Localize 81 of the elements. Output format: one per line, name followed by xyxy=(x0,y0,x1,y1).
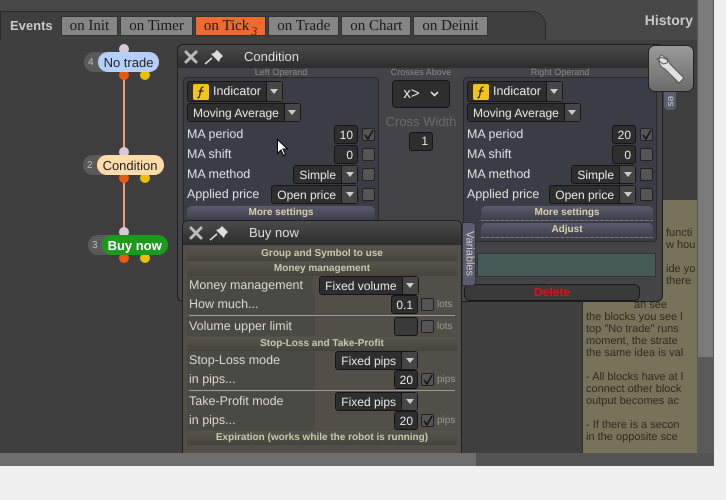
field-label: Volume upper limit xyxy=(187,317,315,336)
function-dropdown[interactable]: Moving Average xyxy=(467,103,581,122)
help-text: output becomes ac xyxy=(586,395,679,407)
operator-dropdown[interactable]: x> xyxy=(392,80,450,108)
flow-block[interactable]: Condition xyxy=(96,155,164,175)
field-label: in pips... xyxy=(187,370,315,389)
mode-dropdown[interactable]: Fixed pips xyxy=(335,392,418,411)
number-field[interactable]: 20 xyxy=(612,125,636,144)
number-field[interactable]: 20 xyxy=(394,411,418,430)
section-header[interactable]: Stop-Loss and Take-Profit xyxy=(187,337,457,351)
field-label: Money management xyxy=(187,276,314,295)
block-number: 3 xyxy=(91,238,99,252)
field-label: in pips... xyxy=(187,411,315,430)
unit-label: lots xyxy=(437,320,454,334)
parameter-label: MA shift xyxy=(187,146,232,164)
help-text: - All blocks have at l xyxy=(586,371,684,383)
help-text: - If there is a secon xyxy=(586,419,680,431)
variables-tab[interactable]: Variables xyxy=(462,222,476,286)
mode-dropdown[interactable]: Fixed pips xyxy=(335,351,418,370)
help-text: the blocks you see l xyxy=(586,311,683,323)
function-dropdown[interactable]: Moving Average xyxy=(187,103,301,122)
section-header[interactable]: Money management xyxy=(187,262,457,276)
window-title: Buy now xyxy=(249,224,299,242)
help-text: an see xyxy=(634,299,668,311)
events-label: Events xyxy=(10,17,53,36)
parameter-dropdown[interactable]: Open price xyxy=(549,185,636,204)
block-number: 4 xyxy=(87,56,95,70)
field-label: How much... xyxy=(187,295,315,314)
parameter-label: MA shift xyxy=(467,146,512,164)
parameter-dropdown[interactable]: Open price xyxy=(271,185,358,204)
parameter-dropdown[interactable]: Simple xyxy=(293,165,358,184)
parameter-label: MA method xyxy=(187,166,250,184)
field-label: Take-Profit mode xyxy=(187,392,315,411)
section-header[interactable]: Expiration (works while the robot is running) xyxy=(187,431,457,445)
event-tab[interactable]: on Init xyxy=(60,16,118,36)
parameter-label: MA period xyxy=(187,126,244,144)
help-text: connect other block xyxy=(586,383,682,395)
event-tab[interactable]: on Chart xyxy=(341,16,412,36)
panel-button[interactable]: More settings xyxy=(481,206,653,222)
block-number: 2 xyxy=(86,158,94,172)
field-label: Stop-Loss mode xyxy=(187,351,315,370)
operand-caption: Right Operand xyxy=(530,68,590,78)
parameter-label: Applied price xyxy=(467,186,540,204)
parameter-dropdown[interactable]: Simple xyxy=(571,165,636,184)
window-title: Condition xyxy=(244,48,299,66)
operator-caption: Crosses Above xyxy=(390,68,452,78)
parameter-label: MA period xyxy=(467,126,524,144)
section-header[interactable]: Group and Symbol to use xyxy=(187,247,457,261)
event-tab[interactable]: on Timer xyxy=(120,16,193,36)
source-type-dropdown[interactable]: Indicator xyxy=(467,81,563,102)
help-text: ide yo xyxy=(666,263,696,275)
number-field[interactable]: 1 xyxy=(409,132,433,151)
help-text: top "No trade" runs xyxy=(586,323,679,335)
help-text: there xyxy=(666,275,692,287)
source-type-dropdown[interactable]: Indicator xyxy=(187,81,283,102)
number-field[interactable]: 10 xyxy=(334,125,358,144)
panel-button[interactable]: Adjust xyxy=(481,223,653,238)
unit-label: pips xyxy=(437,373,456,387)
tab-count: 3 xyxy=(251,25,258,37)
help-text: the same idea is val xyxy=(586,347,684,359)
help-text: w hou xyxy=(666,239,696,251)
operand-caption: Left Operand xyxy=(254,68,308,78)
panel-button[interactable]: More settings xyxy=(187,206,375,222)
number-field[interactable]: 0 xyxy=(334,145,358,164)
help-text: in the opposite sce xyxy=(586,431,678,443)
number-field[interactable]: 20 xyxy=(394,370,418,389)
history-button[interactable]: History xyxy=(644,10,693,31)
number-field[interactable]: 0.1 xyxy=(391,295,418,314)
event-tab[interactable]: on Deinit xyxy=(413,16,488,36)
parameter-label: MA method xyxy=(467,166,530,184)
mode-dropdown[interactable]: Fixed volume xyxy=(319,276,418,295)
help-text: moment, the strate xyxy=(586,335,678,347)
variables-tab[interactable]: es xyxy=(664,92,676,110)
flow-block[interactable]: Buy now xyxy=(102,235,168,255)
number-field[interactable]: 0 xyxy=(612,145,636,164)
parameter-label: Applied price xyxy=(187,186,260,204)
event-tab[interactable]: on Trade xyxy=(268,16,340,36)
help-text: functi xyxy=(666,227,692,239)
unit-label: lots xyxy=(437,298,454,312)
unit-label: pips xyxy=(437,414,456,428)
flow-block[interactable]: No trade xyxy=(98,52,160,72)
